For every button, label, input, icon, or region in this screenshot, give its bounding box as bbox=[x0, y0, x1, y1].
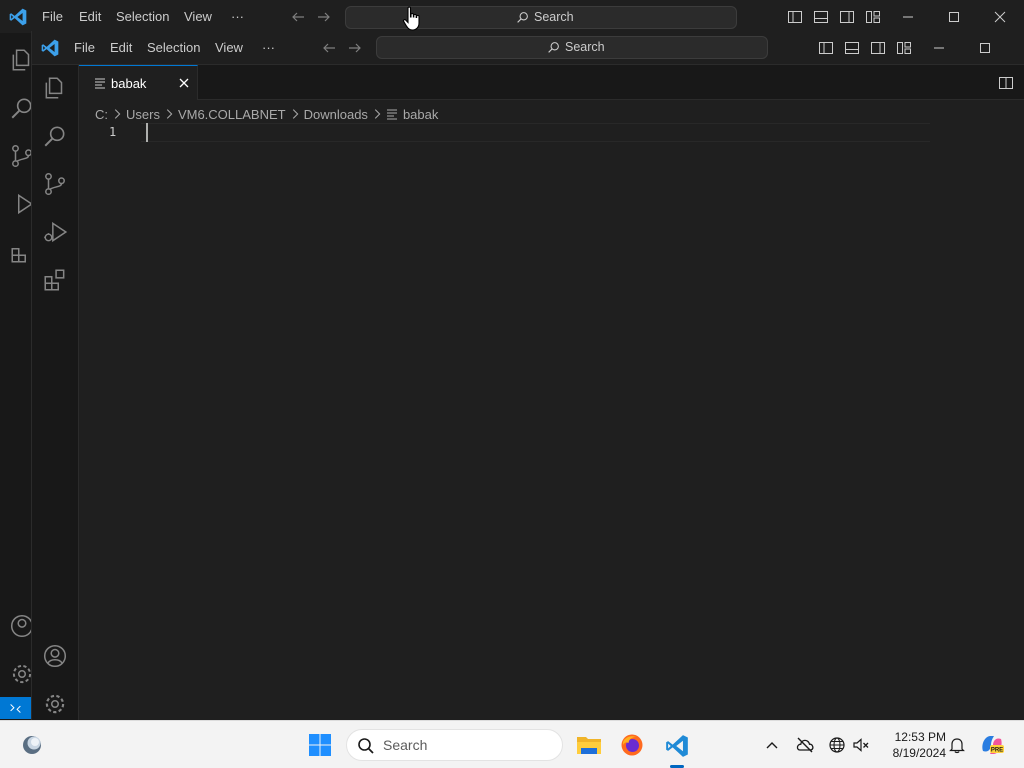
toggle-secondary-sidebar-icon[interactable] bbox=[839, 9, 855, 25]
editor-area: babak C: Users VM6.COLLABNET Downloads b… bbox=[79, 65, 1024, 720]
back-arrow-icon[interactable] bbox=[321, 40, 337, 56]
activity-bar bbox=[32, 65, 79, 720]
search-icon bbox=[358, 738, 374, 754]
file-explorer-icon[interactable] bbox=[576, 733, 602, 757]
close-tab-icon[interactable] bbox=[176, 75, 192, 91]
toggle-primary-sidebar-icon[interactable] bbox=[818, 40, 834, 56]
bg-menu-view[interactable]: View bbox=[184, 9, 212, 24]
menu-edit[interactable]: Edit bbox=[110, 40, 132, 55]
taskbar-search-label: Search bbox=[383, 737, 428, 753]
forward-arrow-icon[interactable] bbox=[316, 9, 332, 25]
search-icon bbox=[517, 11, 528, 23]
copilot-icon[interactable]: PRE bbox=[979, 733, 1005, 757]
breadcrumb: C: Users VM6.COLLABNET Downloads babak bbox=[95, 103, 438, 125]
text-cursor bbox=[146, 123, 148, 142]
vscode-logo-icon bbox=[9, 8, 27, 26]
remote-icon bbox=[10, 704, 21, 713]
tab-babak[interactable]: babak bbox=[79, 65, 198, 100]
line-number: 1 bbox=[109, 125, 117, 139]
chevron-up-icon[interactable] bbox=[764, 737, 780, 753]
menu-selection[interactable]: Selection bbox=[147, 40, 200, 55]
bg-menu-selection[interactable]: Selection bbox=[116, 9, 169, 24]
menu-file[interactable]: File bbox=[74, 40, 95, 55]
widgets-icon[interactable] bbox=[20, 733, 44, 757]
run-debug-icon[interactable] bbox=[42, 219, 68, 245]
taskbar-search-box[interactable]: Search bbox=[346, 729, 563, 761]
source-control-icon[interactable] bbox=[42, 171, 68, 197]
menu-more[interactable]: ··· bbox=[262, 40, 275, 55]
maximize-icon[interactable] bbox=[977, 40, 993, 56]
bg-menu-more[interactable]: ··· bbox=[231, 9, 244, 24]
vscode-taskbar-icon[interactable] bbox=[664, 733, 690, 759]
close-icon[interactable] bbox=[992, 9, 1008, 25]
search-label: Search bbox=[565, 40, 605, 54]
network-globe-icon[interactable] bbox=[828, 736, 846, 754]
title-bar: File Edit Selection View ··· Search bbox=[32, 31, 1024, 65]
notification-bell-icon[interactable] bbox=[948, 736, 966, 754]
chevron-right-icon bbox=[114, 109, 121, 119]
background-title-bar: File Edit Selection View ··· Search bbox=[0, 0, 1024, 33]
minimize-icon[interactable] bbox=[931, 40, 947, 56]
maximize-icon[interactable] bbox=[946, 9, 962, 25]
vscode-window: File Edit Selection View ··· Search baba… bbox=[31, 31, 1024, 720]
explorer-icon[interactable] bbox=[42, 75, 68, 101]
bg-menu-file[interactable]: File bbox=[42, 9, 63, 24]
extensions-icon[interactable] bbox=[42, 267, 68, 293]
forward-arrow-icon[interactable] bbox=[347, 40, 363, 56]
chevron-right-icon bbox=[374, 109, 381, 119]
background-activity-bar bbox=[0, 33, 34, 720]
volume-muted-icon[interactable] bbox=[852, 736, 870, 754]
minimize-icon[interactable] bbox=[900, 9, 916, 25]
toggle-panel-icon[interactable] bbox=[813, 9, 829, 25]
tab-bar: babak bbox=[79, 65, 1024, 100]
toggle-panel-icon[interactable] bbox=[844, 40, 860, 56]
clock-time: 12:53 PM bbox=[894, 730, 946, 744]
system-clock[interactable]: 12:53 PM 8/19/2024 bbox=[880, 729, 946, 761]
split-editor-icon[interactable] bbox=[998, 75, 1014, 91]
search-icon[interactable] bbox=[42, 123, 68, 149]
svg-text:PRE: PRE bbox=[991, 748, 1003, 754]
breadcrumb-drive[interactable]: C: bbox=[95, 107, 108, 122]
search-icon bbox=[548, 41, 559, 53]
customize-layout-icon[interactable] bbox=[896, 40, 912, 56]
hand-cursor-icon bbox=[402, 6, 420, 31]
chevron-right-icon bbox=[292, 109, 298, 119]
accounts-icon[interactable] bbox=[42, 643, 68, 669]
customize-layout-icon[interactable] bbox=[865, 9, 881, 25]
windows-taskbar: Search 12:53 PM 8/19/2024 PRE bbox=[0, 720, 1024, 768]
firefox-icon[interactable] bbox=[620, 733, 644, 757]
breadcrumb-file[interactable]: babak bbox=[403, 107, 438, 122]
toggle-primary-sidebar-icon[interactable] bbox=[787, 9, 803, 25]
command-center-search[interactable]: Search bbox=[376, 36, 768, 59]
text-file-icon bbox=[95, 78, 105, 89]
remote-indicator[interactable] bbox=[0, 697, 32, 719]
menu-view[interactable]: View bbox=[215, 40, 243, 55]
onedrive-offline-icon[interactable] bbox=[795, 736, 815, 754]
chevron-right-icon bbox=[166, 109, 173, 119]
breadcrumb-user-folder[interactable]: VM6.COLLABNET bbox=[178, 107, 286, 122]
vscode-logo-icon bbox=[41, 39, 59, 57]
bg-search-label: Search bbox=[534, 10, 574, 24]
manage-gear-icon[interactable] bbox=[42, 691, 68, 717]
bg-menu-edit[interactable]: Edit bbox=[79, 9, 101, 24]
text-file-icon bbox=[386, 109, 397, 120]
start-windows-icon[interactable] bbox=[308, 733, 332, 757]
clock-date: 8/19/2024 bbox=[892, 746, 946, 760]
back-arrow-icon[interactable] bbox=[290, 9, 306, 25]
breadcrumb-downloads[interactable]: Downloads bbox=[304, 107, 368, 122]
breadcrumb-users[interactable]: Users bbox=[126, 107, 160, 122]
current-line-highlight bbox=[141, 123, 930, 142]
toggle-secondary-sidebar-icon[interactable] bbox=[870, 40, 886, 56]
tab-label: babak bbox=[111, 76, 147, 91]
